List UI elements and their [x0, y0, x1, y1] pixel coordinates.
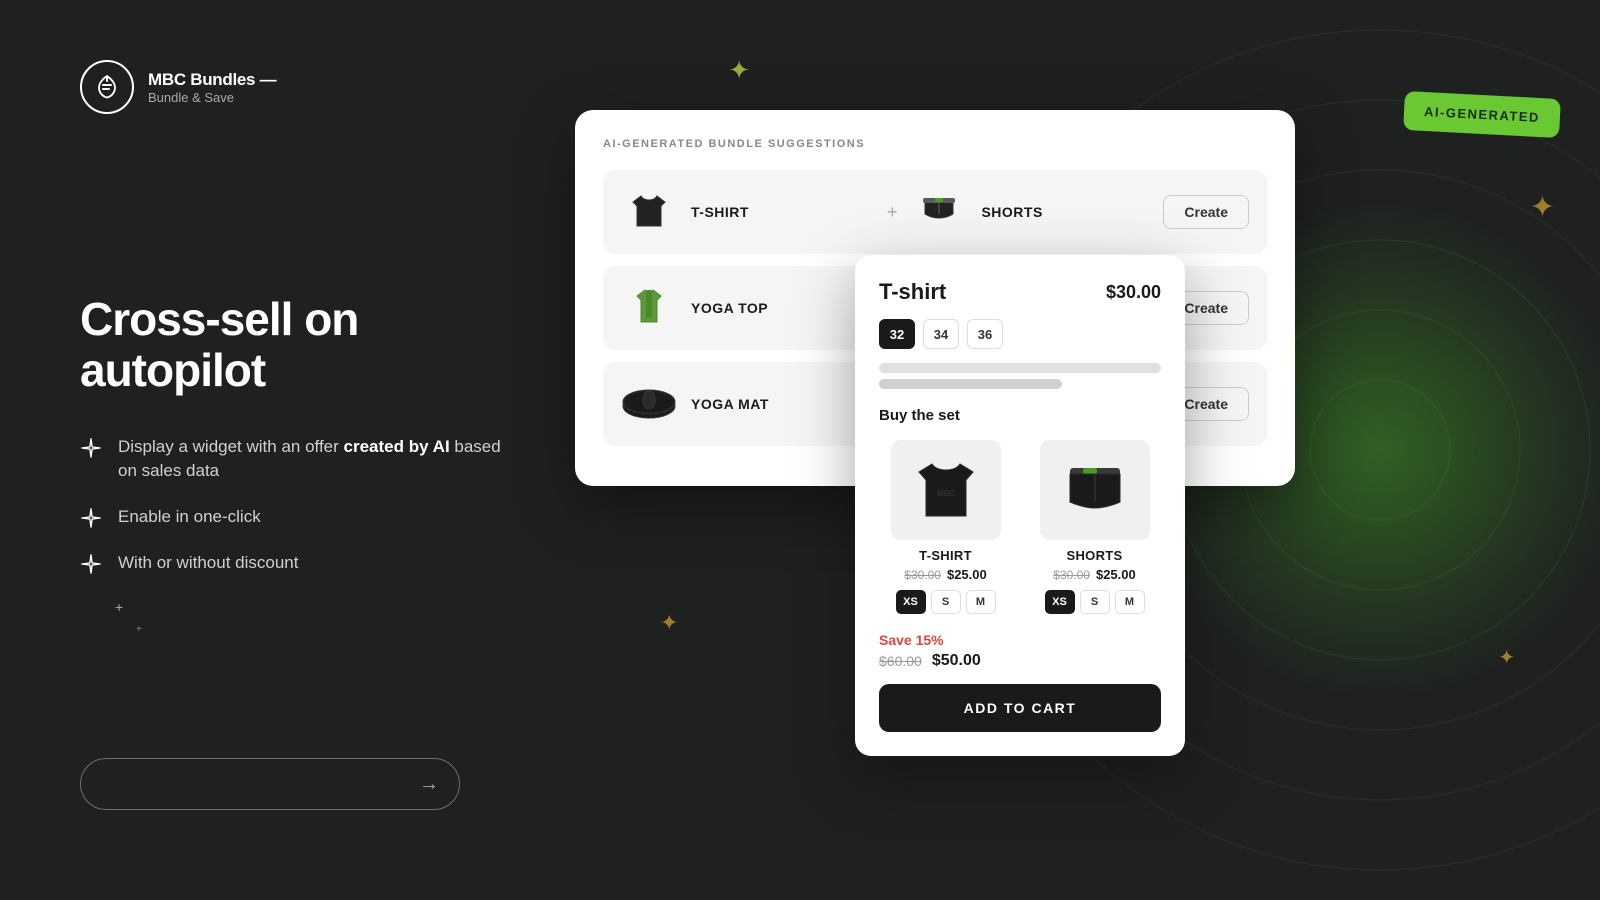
popup-title: T-shirt	[879, 279, 946, 305]
logo-text: MBC Bundles — Bundle & Save	[148, 70, 276, 105]
shorts-icon	[917, 190, 961, 234]
save-prices: $60.00 $50.00	[879, 652, 1161, 670]
yoga-mat-img	[621, 376, 677, 432]
shorts-size-m[interactable]: M	[1115, 590, 1145, 614]
product-cards-row: MBC T-SHIRT $30.00 $25.00 XS S M	[879, 440, 1161, 614]
shorts-size-s[interactable]: S	[1080, 590, 1110, 614]
feature-item-1: Display a widget with an offer created b…	[80, 435, 520, 483]
size-btn-34[interactable]: 34	[923, 319, 959, 349]
size-lines	[879, 363, 1161, 389]
product-popup: T-shirt $30.00 32 34 36 Buy the set MBC …	[855, 255, 1185, 756]
bundle-plus-1: +	[887, 202, 898, 223]
bundle-product-tshirt: T-SHIRT	[621, 184, 873, 240]
headline: Cross-sell on autopilot	[80, 294, 520, 395]
bottom-arrow: →	[419, 773, 439, 796]
size-btn-36[interactable]: 36	[967, 319, 1003, 349]
tshirt-img	[621, 184, 677, 240]
yoga-top-img	[621, 280, 677, 336]
size-selector: 32 34 36	[879, 319, 1161, 349]
sparkle-icon-3	[80, 553, 102, 575]
svg-text:MBC: MBC	[937, 489, 955, 498]
tshirt-size-m[interactable]: M	[966, 590, 996, 614]
shorts-img	[911, 184, 967, 240]
deco-sparkle-mid: ✦	[660, 610, 678, 636]
product-card-tshirt-img: MBC	[891, 440, 1001, 540]
tshirt-new-price: $25.00	[947, 567, 987, 582]
shorts-sizes-row: XS S M	[1045, 590, 1145, 614]
bundle-product-yoga-top-name: YOGA TOP	[691, 300, 768, 316]
tshirt-icon	[625, 188, 673, 236]
save-new-price: $50.00	[932, 652, 981, 670]
tshirt-old-price: $30.00	[904, 568, 941, 582]
product-card-tshirt: MBC T-SHIRT $30.00 $25.00 XS S M	[879, 440, 1012, 614]
ai-badge: AI-GENERATED	[1403, 91, 1561, 138]
logo-row: MBC Bundles — Bundle & Save	[80, 60, 520, 114]
features-list: Display a widget with an offer created b…	[80, 435, 520, 575]
bundle-product-yoga-mat: YOGA MAT	[621, 376, 873, 432]
logo-icon	[80, 60, 134, 114]
tshirt-size-xs[interactable]: XS	[896, 590, 926, 614]
size-line-2	[879, 379, 1062, 389]
buy-set-label: Buy the set	[879, 407, 1161, 424]
deco-plus-1: +	[115, 599, 123, 615]
shorts-size-xs[interactable]: XS	[1045, 590, 1075, 614]
sparkle-icon-1	[80, 437, 102, 459]
tshirt-sizes-row: XS S M	[896, 590, 996, 614]
popup-shorts-icon	[1055, 450, 1135, 530]
deco-sparkle-right-top: ✦	[1530, 190, 1555, 225]
bundle-product-shorts: SHORTS	[911, 184, 1163, 240]
save-label: Save 15%	[879, 632, 1161, 648]
bundle-product-yoga-top: YOGA TOP	[621, 280, 873, 336]
shorts-old-price: $30.00	[1053, 568, 1090, 582]
save-section: Save 15% $60.00 $50.00	[879, 632, 1161, 670]
bundle-product-tshirt-name: T-SHIRT	[691, 204, 749, 220]
bundle-row-1: T-SHIRT + SHORTS Create	[603, 170, 1267, 254]
product-card-tshirt-name: T-SHIRT	[919, 548, 972, 563]
popup-price: $30.00	[1106, 282, 1161, 303]
product-card-shorts: SHORTS $30.00 $25.00 XS S M	[1028, 440, 1161, 614]
yoga-mat-icon	[621, 384, 677, 424]
sparkle-icon-2	[80, 507, 102, 529]
shorts-new-price: $25.00	[1096, 567, 1136, 582]
size-line-1	[879, 363, 1161, 373]
save-old-price: $60.00	[879, 653, 922, 669]
deco-sparkle-right-bottom: ✦	[1498, 645, 1515, 670]
add-to-cart-button[interactable]: ADD TO CART	[879, 684, 1161, 732]
feature-text-3: With or without discount	[118, 551, 298, 575]
feature-item-3: With or without discount	[80, 551, 520, 575]
feature-text-2: Enable in one-click	[118, 505, 261, 529]
tshirt-size-s[interactable]: S	[931, 590, 961, 614]
deco-sparkle-top: ✦	[728, 55, 750, 86]
brand-subtitle: Bundle & Save	[148, 90, 276, 105]
product-card-shorts-img	[1040, 440, 1150, 540]
size-btn-32[interactable]: 32	[879, 319, 915, 349]
bundle-card-title: AI-GENERATED BUNDLE SUGGESTIONS	[603, 138, 1267, 150]
popup-tshirt-icon: MBC	[906, 450, 986, 530]
yoga-top-icon	[627, 284, 671, 332]
product-card-shorts-prices: $30.00 $25.00	[1053, 567, 1135, 582]
feature-text-1: Display a widget with an offer created b…	[118, 435, 520, 483]
product-card-tshirt-prices: $30.00 $25.00	[904, 567, 986, 582]
popup-header: T-shirt $30.00	[879, 279, 1161, 305]
bottom-search-bar: →	[80, 758, 460, 810]
product-card-shorts-name: SHORTS	[1067, 548, 1123, 563]
feature-item-2: Enable in one-click	[80, 505, 520, 529]
brand-title: MBC Bundles —	[148, 70, 276, 90]
create-btn-1[interactable]: Create	[1163, 195, 1249, 229]
bundle-product-yoga-mat-name: YOGA MAT	[691, 396, 769, 412]
bundle-product-shorts-name: SHORTS	[981, 204, 1042, 220]
deco-plus-2: +	[136, 624, 142, 635]
